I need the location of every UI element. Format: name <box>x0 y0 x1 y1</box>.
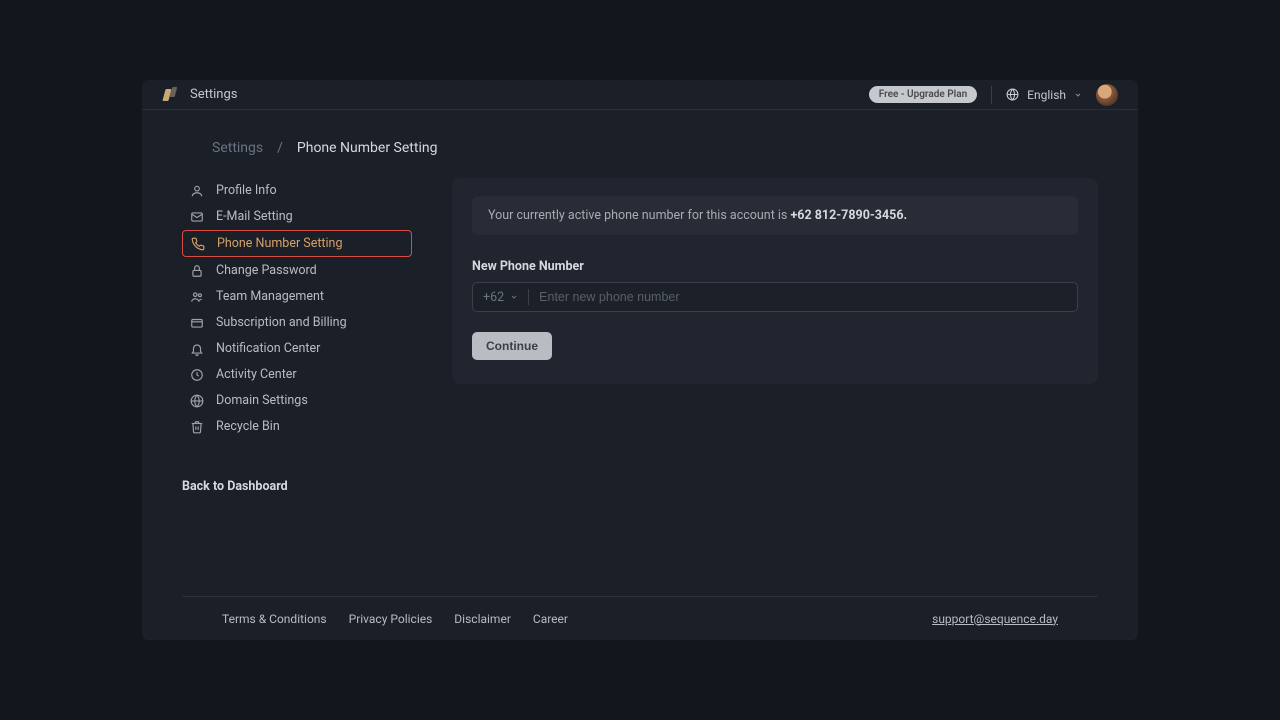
sidebar-item-label: Domain Settings <box>216 393 308 408</box>
content-row: Profile Info E-Mail Setting Phone Number… <box>182 178 1098 494</box>
active-phone-banner: Your currently active phone number for t… <box>472 196 1078 235</box>
language-label: English <box>1027 88 1066 102</box>
app-body: Settings / Phone Number Setting Profile … <box>142 110 1138 640</box>
continue-button[interactable]: Continue <box>472 332 552 360</box>
country-code-selector[interactable]: +62 <box>483 290 528 305</box>
sidebar-item-subscription-billing[interactable]: Subscription and Billing <box>182 310 412 335</box>
sidebar-item-change-password[interactable]: Change Password <box>182 258 412 283</box>
new-phone-label: New Phone Number <box>472 259 1078 274</box>
sidebar-item-phone-number-setting[interactable]: Phone Number Setting <box>182 230 412 257</box>
sidebar-item-recycle-bin[interactable]: Recycle Bin <box>182 414 412 439</box>
globe-icon <box>190 394 204 408</box>
language-selector[interactable]: English <box>1006 88 1082 102</box>
country-code-value: +62 <box>483 290 504 305</box>
sidebar-item-label: E-Mail Setting <box>216 209 293 224</box>
info-prefix-text: Your currently active phone number for t… <box>488 208 790 223</box>
sidebar-item-label: Activity Center <box>216 367 297 382</box>
sidebar-item-label: Team Management <box>216 289 324 304</box>
app-window: Settings Free - Upgrade Plan English Set… <box>142 80 1138 640</box>
header-divider <box>991 86 992 104</box>
input-divider <box>528 289 529 305</box>
breadcrumb-separator: / <box>277 140 283 156</box>
app-logo-icon <box>162 87 178 103</box>
footer-links: Terms & Conditions Privacy Policies Disc… <box>222 612 568 626</box>
phone-input-group: +62 <box>472 282 1078 312</box>
footer-link-terms[interactable]: Terms & Conditions <box>222 612 327 626</box>
user-icon <box>190 184 204 198</box>
sidebar-item-label: Recycle Bin <box>216 419 280 434</box>
breadcrumb-current: Phone Number Setting <box>297 140 438 156</box>
back-to-dashboard-link[interactable]: Back to Dashboard <box>182 479 412 494</box>
activity-icon <box>190 368 204 382</box>
sidebar-item-email-setting[interactable]: E-Mail Setting <box>182 204 412 229</box>
header-title: Settings <box>190 87 237 102</box>
avatar[interactable] <box>1096 84 1118 106</box>
sidebar-item-team-management[interactable]: Team Management <box>182 284 412 309</box>
breadcrumb-root[interactable]: Settings <box>212 140 263 156</box>
header-right: Free - Upgrade Plan English <box>869 84 1118 106</box>
sidebar-item-label: Phone Number Setting <box>217 236 342 251</box>
main-panel: Your currently active phone number for t… <box>452 178 1098 384</box>
footer-link-privacy[interactable]: Privacy Policies <box>349 612 433 626</box>
upgrade-plan-badge[interactable]: Free - Upgrade Plan <box>869 86 977 103</box>
lock-icon <box>190 264 204 278</box>
sidebar-item-activity-center[interactable]: Activity Center <box>182 362 412 387</box>
card-icon <box>190 316 204 330</box>
globe-icon <box>1006 88 1019 101</box>
new-phone-input[interactable] <box>539 290 1067 304</box>
trash-icon <box>190 420 204 434</box>
phone-icon <box>191 237 205 251</box>
mail-icon <box>190 210 204 224</box>
bell-icon <box>190 342 204 356</box>
app-header: Settings Free - Upgrade Plan English <box>142 80 1138 110</box>
support-email-link[interactable]: support@sequence.day <box>932 612 1058 626</box>
footer-link-career[interactable]: Career <box>533 612 568 626</box>
sidebar-item-label: Profile Info <box>216 183 277 198</box>
users-icon <box>190 290 204 304</box>
sidebar-item-label: Subscription and Billing <box>216 315 347 330</box>
chevron-down-icon <box>1074 91 1082 99</box>
active-phone-number: +62 812-7890-3456. <box>790 208 907 223</box>
app-footer: Terms & Conditions Privacy Policies Disc… <box>182 596 1098 640</box>
breadcrumb: Settings / Phone Number Setting <box>182 140 1098 156</box>
chevron-down-icon <box>510 290 518 305</box>
sidebar-item-profile-info[interactable]: Profile Info <box>182 178 412 203</box>
sidebar-item-label: Notification Center <box>216 341 320 356</box>
sidebar-item-notification-center[interactable]: Notification Center <box>182 336 412 361</box>
footer-link-disclaimer[interactable]: Disclaimer <box>454 612 511 626</box>
header-left: Settings <box>162 87 237 103</box>
sidebar-item-label: Change Password <box>216 263 317 278</box>
sidebar-item-domain-settings[interactable]: Domain Settings <box>182 388 412 413</box>
settings-sidebar: Profile Info E-Mail Setting Phone Number… <box>182 178 412 494</box>
